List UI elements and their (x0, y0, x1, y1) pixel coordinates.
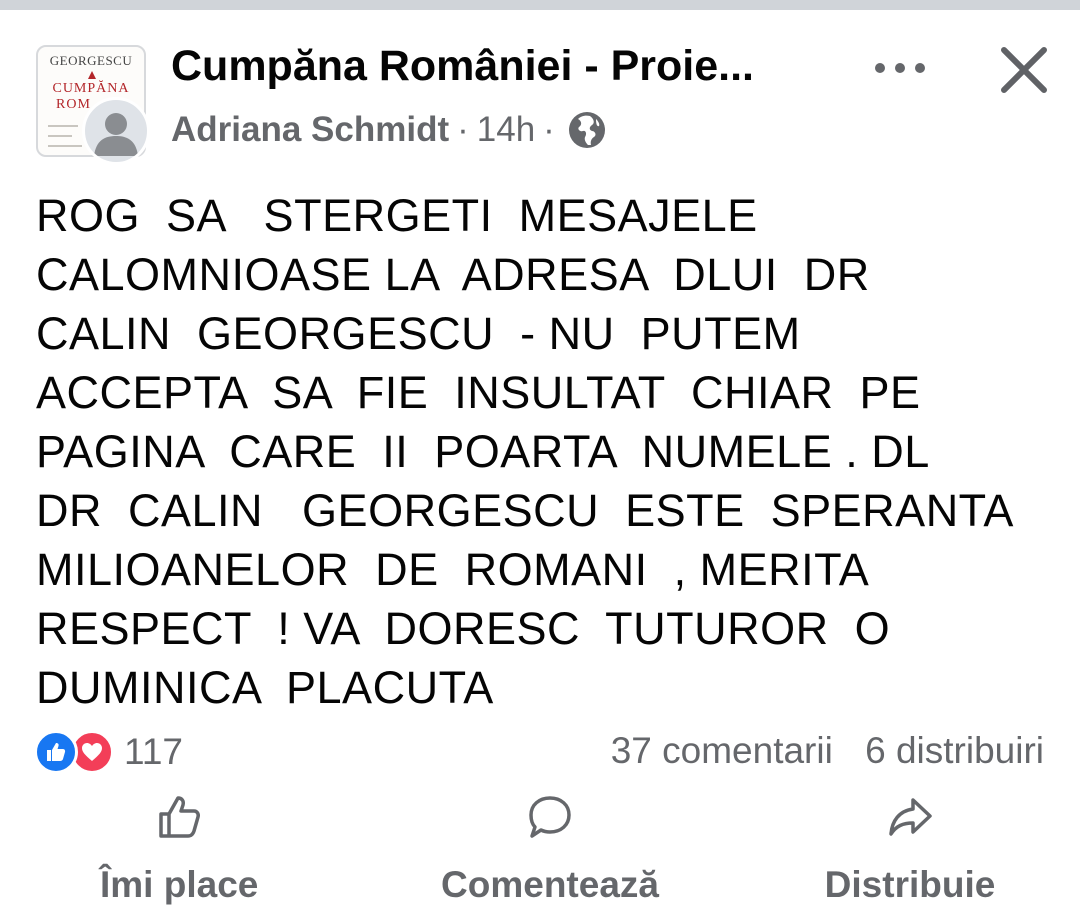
like-label: Îmi place (100, 864, 259, 905)
thumbs-up-icon (159, 796, 200, 838)
book-title-line1: CUMPĂNA (52, 81, 130, 96)
reaction-summary[interactable]: 117 (34, 728, 183, 776)
comment-label: Comentează (441, 864, 659, 905)
book-title-line2: ROM (56, 97, 91, 112)
author-name[interactable]: Adriana Schmidt (171, 110, 449, 150)
globe-icon (568, 112, 605, 148)
book-cover-line (48, 135, 72, 137)
default-user-icon (94, 113, 138, 156)
close-icon[interactable] (996, 42, 1052, 98)
share-arrow-icon (889, 798, 932, 836)
post-meta: Adriana Schmidt · 14h · (171, 110, 607, 150)
share-button[interactable]: Distribuie (800, 792, 1020, 906)
engagement-stats: 37 comentarii 6 distribuiri (611, 730, 1044, 772)
book-cover-line (48, 125, 78, 127)
post-body-text: ROG SA STERGETI MESAJELE CALOMNIOASE LA … (36, 190, 1014, 713)
shares-count[interactable]: 6 distribuiri (865, 730, 1044, 771)
like-reaction-icon (34, 730, 78, 774)
book-cover-line (48, 145, 82, 147)
top-status-strip (0, 0, 1080, 10)
comments-count[interactable]: 37 comentarii (611, 730, 833, 771)
page-name[interactable]: Cumpăna României - Proie... (171, 42, 754, 91)
book-author-text: GEORGESCU (49, 53, 133, 68)
like-button[interactable]: Îmi place (100, 792, 260, 908)
reaction-count: 117 (124, 731, 183, 772)
author-avatar[interactable] (82, 97, 150, 165)
meta-separator: · (543, 110, 555, 149)
share-label: Distribuie (824, 864, 996, 905)
post-time[interactable]: 14h (477, 110, 535, 150)
book-cover-mark (88, 71, 96, 79)
meta-separator: · (457, 110, 469, 149)
more-options-icon[interactable] (868, 48, 932, 88)
comment-bubble-icon (529, 796, 571, 838)
comment-button[interactable]: Comentează (420, 792, 680, 906)
